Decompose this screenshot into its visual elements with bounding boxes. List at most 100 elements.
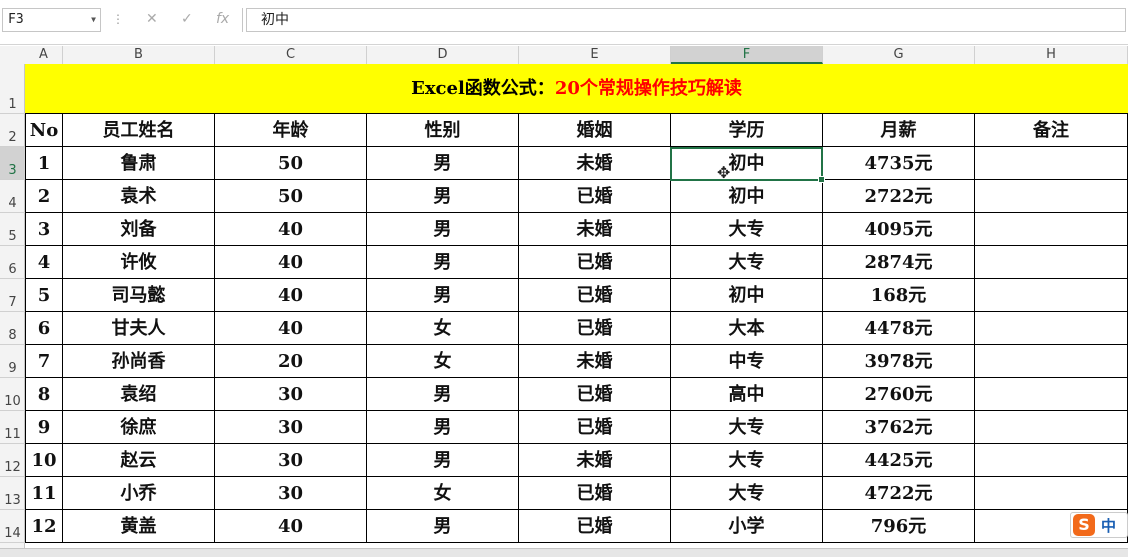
row-header-11[interactable]: 11 — [0, 411, 25, 444]
data-cell[interactable]: 已婚 — [519, 510, 671, 543]
data-cell[interactable]: 大专 — [671, 444, 823, 477]
data-cell[interactable]: 40 — [215, 213, 367, 246]
data-cell[interactable]: 已婚 — [519, 279, 671, 312]
column-header-d[interactable]: D — [367, 46, 519, 64]
row-header-4[interactable]: 4 — [0, 180, 25, 213]
data-cell[interactable]: 30 — [215, 411, 367, 444]
data-cell[interactable]: 5 — [25, 279, 63, 312]
column-header-c[interactable]: C — [215, 46, 367, 64]
data-cell[interactable] — [975, 378, 1128, 411]
row-header-8[interactable]: 8 — [0, 312, 25, 345]
data-cell[interactable]: 女 — [367, 312, 519, 345]
data-cell[interactable] — [975, 246, 1128, 279]
data-cell[interactable]: 许攸 — [63, 246, 215, 279]
data-cell[interactable]: 黄盖 — [63, 510, 215, 543]
data-cell[interactable]: 男 — [367, 510, 519, 543]
data-cell[interactable]: 已婚 — [519, 477, 671, 510]
formula-input[interactable]: 初中 — [246, 8, 1126, 32]
data-cell[interactable]: 男 — [367, 411, 519, 444]
data-cell[interactable]: 已婚 — [519, 411, 671, 444]
ime-toolbar[interactable]: S 中 — [1070, 512, 1128, 538]
data-cell[interactable]: 168元 — [823, 279, 975, 312]
data-cell[interactable]: 4 — [25, 246, 63, 279]
data-cell[interactable]: 未婚 — [519, 147, 671, 180]
data-cell[interactable]: 已婚 — [519, 312, 671, 345]
data-cell[interactable]: 女 — [367, 477, 519, 510]
data-cell[interactable]: 2760元 — [823, 378, 975, 411]
data-cell[interactable]: 2722元 — [823, 180, 975, 213]
data-cell[interactable]: 3 — [25, 213, 63, 246]
data-cell[interactable]: 男 — [367, 246, 519, 279]
data-cell[interactable]: 男 — [367, 180, 519, 213]
data-cell[interactable]: 4425元 — [823, 444, 975, 477]
header-cell[interactable]: No — [25, 114, 63, 147]
header-cell[interactable]: 年龄 — [215, 114, 367, 147]
data-cell[interactable]: 大专 — [671, 477, 823, 510]
sheet-title-cell[interactable]: Excel函数公式：20个常规操作技巧解读 — [25, 64, 1128, 114]
data-cell[interactable]: 1 — [25, 147, 63, 180]
data-cell[interactable]: 8 — [25, 378, 63, 411]
data-cell[interactable]: 30 — [215, 378, 367, 411]
data-cell[interactable]: 小乔 — [63, 477, 215, 510]
data-cell[interactable]: 男 — [367, 213, 519, 246]
data-cell[interactable]: 赵云 — [63, 444, 215, 477]
data-cell[interactable]: 初中 — [671, 147, 823, 180]
data-cell[interactable] — [975, 477, 1128, 510]
data-cell[interactable]: 大本 — [671, 312, 823, 345]
data-cell[interactable]: 9 — [25, 411, 63, 444]
data-cell[interactable]: 40 — [215, 312, 367, 345]
data-cell[interactable]: 女 — [367, 345, 519, 378]
data-cell[interactable]: 初中 — [671, 180, 823, 213]
data-cell[interactable]: 孙尚香 — [63, 345, 215, 378]
column-header-b[interactable]: B — [63, 46, 215, 64]
data-cell[interactable]: 3978元 — [823, 345, 975, 378]
header-cell[interactable]: 学历 — [671, 114, 823, 147]
data-cell[interactable]: 7 — [25, 345, 63, 378]
data-cell[interactable]: 未婚 — [519, 444, 671, 477]
data-cell[interactable]: 小学 — [671, 510, 823, 543]
row-header-5[interactable]: 5 — [0, 213, 25, 246]
data-cell[interactable]: 高中 — [671, 378, 823, 411]
data-cell[interactable]: 30 — [215, 444, 367, 477]
column-header-g[interactable]: G — [823, 46, 975, 64]
data-cell[interactable]: 已婚 — [519, 378, 671, 411]
name-box[interactable]: F3 ▼ — [2, 8, 101, 32]
cancel-icon[interactable]: ✕ — [146, 11, 158, 27]
chevron-down-icon[interactable]: ▼ — [91, 9, 96, 31]
data-cell[interactable]: 中专 — [671, 345, 823, 378]
data-cell[interactable]: 6 — [25, 312, 63, 345]
data-cell[interactable]: 男 — [367, 378, 519, 411]
row-header-13[interactable]: 13 — [0, 477, 25, 510]
data-cell[interactable]: 大专 — [671, 411, 823, 444]
data-cell[interactable]: 已婚 — [519, 246, 671, 279]
data-cell[interactable]: 50 — [215, 180, 367, 213]
header-cell[interactable]: 备注 — [975, 114, 1128, 147]
data-cell[interactable] — [975, 180, 1128, 213]
row-header-9[interactable]: 9 — [0, 345, 25, 378]
data-cell[interactable]: 袁绍 — [63, 378, 215, 411]
row-header-3[interactable]: 3 — [0, 147, 25, 180]
fx-icon[interactable]: fx — [216, 11, 229, 27]
row-header-6[interactable]: 6 — [0, 246, 25, 279]
data-cell[interactable]: 大专 — [671, 213, 823, 246]
row-header-14[interactable]: 14 — [0, 510, 25, 543]
data-cell[interactable] — [975, 279, 1128, 312]
data-cell[interactable]: 初中 — [671, 279, 823, 312]
header-cell[interactable]: 性别 — [367, 114, 519, 147]
data-cell[interactable]: 50 — [215, 147, 367, 180]
data-cell[interactable] — [975, 345, 1128, 378]
data-cell[interactable] — [975, 444, 1128, 477]
data-cell[interactable]: 刘备 — [63, 213, 215, 246]
data-cell[interactable]: 40 — [215, 510, 367, 543]
data-cell[interactable]: 10 — [25, 444, 63, 477]
data-cell[interactable]: 2874元 — [823, 246, 975, 279]
data-cell[interactable]: 4478元 — [823, 312, 975, 345]
header-cell[interactable]: 月薪 — [823, 114, 975, 147]
data-cell[interactable]: 4735元 — [823, 147, 975, 180]
data-cell[interactable]: 2 — [25, 180, 63, 213]
data-cell[interactable]: 20 — [215, 345, 367, 378]
data-cell[interactable]: 11 — [25, 477, 63, 510]
data-cell[interactable]: 未婚 — [519, 213, 671, 246]
data-cell[interactable] — [975, 213, 1128, 246]
data-cell[interactable]: 司马懿 — [63, 279, 215, 312]
